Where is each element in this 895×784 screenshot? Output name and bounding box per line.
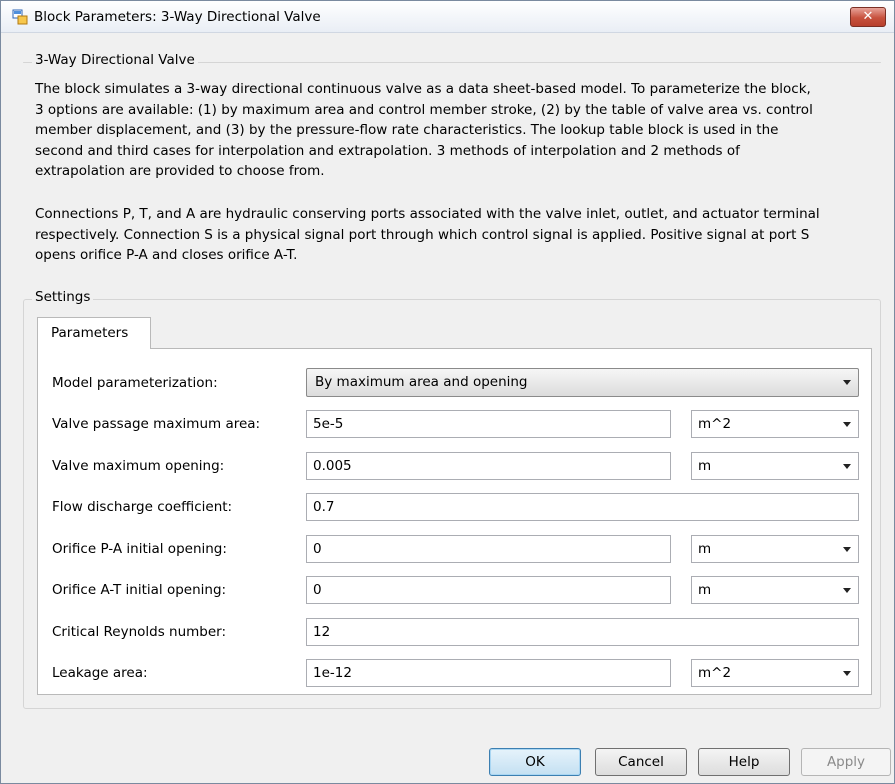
description-paragraph-2: Connections P, T, and A are hydraulic co…	[35, 206, 820, 263]
description-paragraph-1: The block simulates a 3-way directional …	[35, 81, 813, 179]
valve-passage-max-area-unit-select[interactable]: m^2	[691, 410, 859, 438]
chevron-down-icon	[843, 671, 851, 676]
orifice-at-initial-opening-input[interactable]: 0	[306, 576, 671, 604]
chevron-down-icon	[843, 422, 851, 427]
help-button[interactable]: Help	[698, 748, 790, 776]
leakage-area-input[interactable]: 1e-12	[306, 659, 671, 687]
valve-max-opening-input[interactable]: 0.005	[306, 452, 671, 480]
ok-button[interactable]: OK	[489, 748, 581, 776]
description-group-title: 3-Way Directional Valve	[32, 52, 198, 68]
valve-max-opening-unit-select[interactable]: m	[691, 452, 859, 480]
block-icon	[12, 9, 28, 25]
title-bar[interactable]: Block Parameters: 3-Way Directional Valv…	[1, 1, 894, 33]
cancel-button[interactable]: Cancel	[595, 748, 687, 776]
chevron-down-icon	[843, 547, 851, 552]
leakage-area-unit-select[interactable]: m^2	[691, 659, 859, 687]
block-parameters-dialog: Block Parameters: 3-Way Directional Valv…	[0, 0, 895, 784]
param-label-orifice-pa-initial-opening: Orifice P-A initial opening:	[52, 541, 227, 557]
apply-button[interactable]: Apply	[801, 748, 891, 776]
close-button[interactable]: ✕	[850, 7, 886, 27]
settings-group-title: Settings	[32, 289, 94, 305]
model-parameterization-label: Model parameterization:	[52, 375, 218, 391]
chevron-down-icon	[843, 588, 851, 593]
valve-passage-max-area-input[interactable]: 5e-5	[306, 410, 671, 438]
flow-discharge-coefficient-input[interactable]: 0.7	[306, 493, 859, 521]
param-label-flow-discharge-coefficient: Flow discharge coefficient:	[52, 499, 233, 515]
param-label-orifice-at-initial-opening: Orifice A-T initial opening:	[52, 582, 227, 598]
critical-reynolds-number-input[interactable]: 12	[306, 618, 859, 646]
orifice-pa-initial-opening-input[interactable]: 0	[306, 535, 671, 563]
chevron-down-icon	[843, 464, 851, 469]
param-label-valve-passage-max-area: Valve passage maximum area:	[52, 416, 261, 432]
chevron-down-icon	[843, 380, 851, 385]
param-label-critical-reynolds-number: Critical Reynolds number:	[52, 624, 227, 640]
close-icon: ✕	[862, 9, 874, 24]
param-label-valve-max-opening: Valve maximum opening:	[52, 458, 225, 474]
param-label-leakage-area: Leakage area:	[52, 665, 148, 681]
tab-parameters[interactable]: Parameters	[37, 317, 151, 349]
model-parameterization-select[interactable]: By maximum area and opening	[306, 368, 859, 397]
orifice-pa-initial-opening-unit-select[interactable]: m	[691, 535, 859, 563]
orifice-at-initial-opening-unit-select[interactable]: m	[691, 576, 859, 604]
window-title: Block Parameters: 3-Way Directional Valv…	[34, 9, 321, 25]
